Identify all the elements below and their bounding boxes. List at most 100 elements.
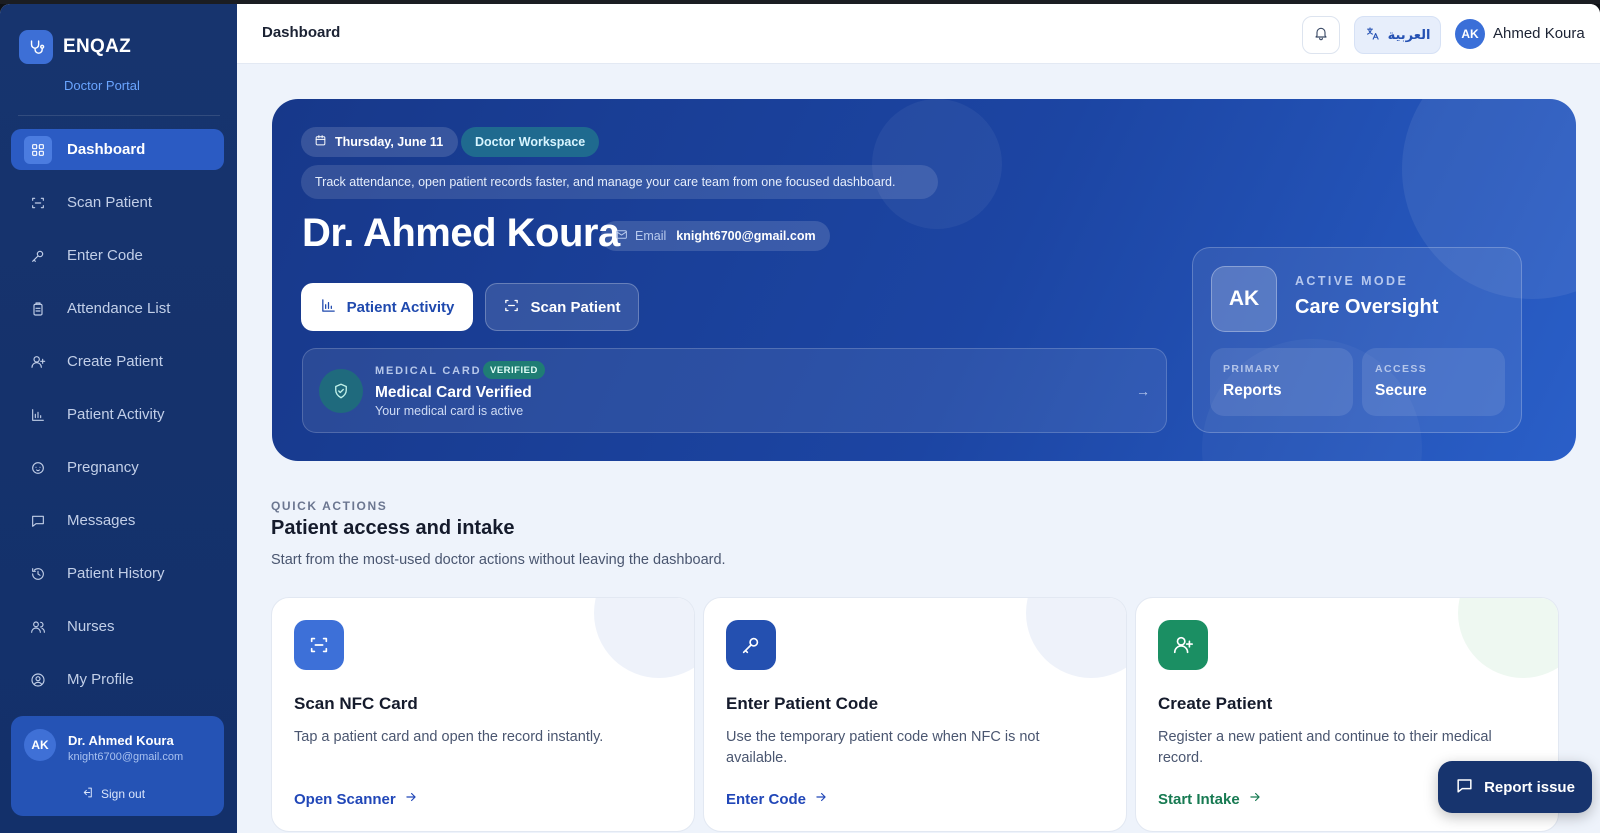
- mail-icon: [615, 228, 628, 244]
- user-plus-icon: [1158, 620, 1208, 670]
- active-mode-label: ACTIVE MODE: [1295, 274, 1409, 288]
- arrow-right-icon: [1248, 790, 1262, 808]
- sidebar-item-nurses[interactable]: Nurses: [11, 606, 224, 647]
- card-title: Enter Patient Code: [726, 694, 879, 713]
- user-plus-icon: [27, 351, 49, 373]
- card-link-label: Start Intake: [1158, 790, 1240, 808]
- card-title: Create Patient: [1158, 694, 1273, 713]
- medical-card-subtitle: Your medical card is active: [375, 404, 524, 418]
- active-mode-value: Care Oversight: [1295, 296, 1439, 318]
- card-title: Scan NFC Card: [294, 694, 418, 713]
- sidebar-item-patient-history[interactable]: Patient History: [11, 553, 224, 594]
- arrow-right-icon: →: [1136, 383, 1150, 399]
- medical-card-status[interactable]: MEDICAL CARD VERIFIED Medical Card Verif…: [302, 348, 1167, 433]
- brand[interactable]: ENQAZ: [19, 30, 131, 64]
- email-value: knight6700@gmail.com: [676, 229, 816, 243]
- chat-icon: [1455, 776, 1474, 799]
- sidebar-item-label: Create Patient: [67, 353, 163, 370]
- sign-out-label: Sign out: [101, 787, 146, 801]
- sidebar-item-label: Pregnancy: [67, 459, 139, 476]
- quick-action-card-scan-nfc[interactable]: Scan NFC Card Tap a patient card and ope…: [271, 597, 695, 832]
- scan-patient-button[interactable]: Scan Patient: [485, 283, 639, 331]
- hero-banner: Thursday, June 11 Doctor Workspace Track…: [272, 99, 1576, 461]
- avatar[interactable]: AK: [1455, 19, 1485, 49]
- brand-name: ENQAZ: [63, 36, 131, 57]
- bar-chart-icon: [27, 404, 49, 426]
- patient-activity-button[interactable]: Patient Activity: [301, 283, 473, 331]
- sidebar-item-label: Messages: [67, 512, 136, 529]
- sidebar: ENQAZ Doctor Portal Dashboard Scan Patie…: [0, 4, 237, 833]
- email-label: Email: [635, 229, 667, 243]
- shield-check-icon: [319, 369, 363, 413]
- topbar-user-name[interactable]: Ahmed Koura: [1493, 25, 1585, 42]
- sidebar-item-label: Nurses: [67, 618, 115, 635]
- avatar: AK: [1211, 266, 1277, 332]
- translate-icon: [1365, 26, 1380, 44]
- language-label: العربية: [1387, 27, 1431, 42]
- sidebar-nav: Dashboard Scan Patient Enter Code Attend…: [11, 129, 224, 712]
- scan-icon: [294, 620, 344, 670]
- grid-icon: [24, 135, 52, 164]
- card-description: Tap a patient card and open the record i…: [294, 729, 604, 745]
- report-issue-button[interactable]: Report issue: [1438, 761, 1592, 813]
- enter-code-link[interactable]: Enter Code: [726, 790, 828, 808]
- scan-icon: [503, 297, 520, 318]
- tile-value: Secure: [1375, 382, 1427, 399]
- sidebar-item-my-profile[interactable]: My Profile: [11, 659, 224, 700]
- page-title: Dashboard: [262, 24, 341, 41]
- open-scanner-link[interactable]: Open Scanner: [294, 790, 418, 808]
- sidebar-item-label: Scan Patient: [67, 194, 153, 211]
- start-intake-link[interactable]: Start Intake: [1158, 790, 1262, 808]
- notifications-button[interactable]: [1302, 16, 1340, 54]
- scan-patient-label: Scan Patient: [530, 298, 621, 316]
- sidebar-item-label: My Profile: [67, 671, 134, 688]
- tile-label: PRIMARY: [1223, 363, 1281, 375]
- sidebar-item-enter-code[interactable]: Enter Code: [11, 235, 224, 276]
- sidebar-item-label: Attendance List: [67, 300, 171, 317]
- decor-circle: [1026, 598, 1126, 678]
- tile-value: Reports: [1223, 382, 1282, 399]
- users-icon: [27, 616, 49, 638]
- decor-circle: [594, 598, 694, 678]
- patient-activity-label: Patient Activity: [346, 298, 455, 316]
- language-toggle-button[interactable]: العربية: [1354, 16, 1441, 54]
- key-icon: [726, 620, 776, 670]
- card-description: Use the temporary patient code when NFC …: [726, 729, 1040, 766]
- doctor-name: Dr. Ahmed Koura: [302, 211, 620, 255]
- arrow-right-icon: [814, 790, 828, 808]
- main-content: Dashboard العربية AK Ahmed Koura Thursda…: [237, 4, 1600, 833]
- quick-actions-title: Patient access and intake: [271, 517, 515, 539]
- tile-label: ACCESS: [1375, 363, 1428, 375]
- app-frame: ENQAZ Doctor Portal Dashboard Scan Patie…: [0, 4, 1600, 833]
- sidebar-item-messages[interactable]: Messages: [11, 500, 224, 541]
- medical-card-title: Medical Card Verified: [375, 384, 532, 401]
- sidebar-item-scan-patient[interactable]: Scan Patient: [11, 182, 224, 223]
- email-chip: Email knight6700@gmail.com: [601, 221, 830, 251]
- card-link-label: Enter Code: [726, 790, 807, 808]
- primary-tile: PRIMARY Reports: [1210, 348, 1353, 416]
- user-email: knight6700@gmail.com: [68, 751, 184, 763]
- sidebar-item-create-patient[interactable]: Create Patient: [11, 341, 224, 382]
- message-icon: [27, 510, 49, 532]
- sign-out-button[interactable]: Sign out: [81, 786, 145, 802]
- decor-circle: [872, 99, 1002, 229]
- quick-actions-subtitle: Start from the most-used doctor actions …: [271, 552, 726, 568]
- sidebar-item-patient-activity[interactable]: Patient Activity: [11, 394, 224, 435]
- card-link-label: Open Scanner: [294, 790, 396, 808]
- workspace-badge: Doctor Workspace: [461, 127, 600, 157]
- medical-card-label: MEDICAL CARD: [375, 365, 482, 377]
- history-icon: [27, 563, 49, 585]
- brand-subtitle: Doctor Portal: [64, 78, 140, 93]
- sidebar-item-dashboard[interactable]: Dashboard: [11, 129, 224, 170]
- quick-actions-kicker: QUICK ACTIONS: [271, 499, 388, 513]
- arrow-right-icon: [404, 790, 418, 808]
- key-icon: [27, 245, 49, 267]
- sidebar-item-attendance-list[interactable]: Attendance List: [11, 288, 224, 329]
- baby-icon: [27, 457, 49, 479]
- verified-badge: VERIFIED: [483, 361, 545, 379]
- sidebar-item-pregnancy[interactable]: Pregnancy: [11, 447, 224, 488]
- bell-icon: [1313, 25, 1329, 46]
- clipboard-icon: [27, 298, 49, 320]
- report-issue-label: Report issue: [1484, 778, 1575, 796]
- quick-action-card-enter-code[interactable]: Enter Patient Code Use the temporary pat…: [703, 597, 1127, 832]
